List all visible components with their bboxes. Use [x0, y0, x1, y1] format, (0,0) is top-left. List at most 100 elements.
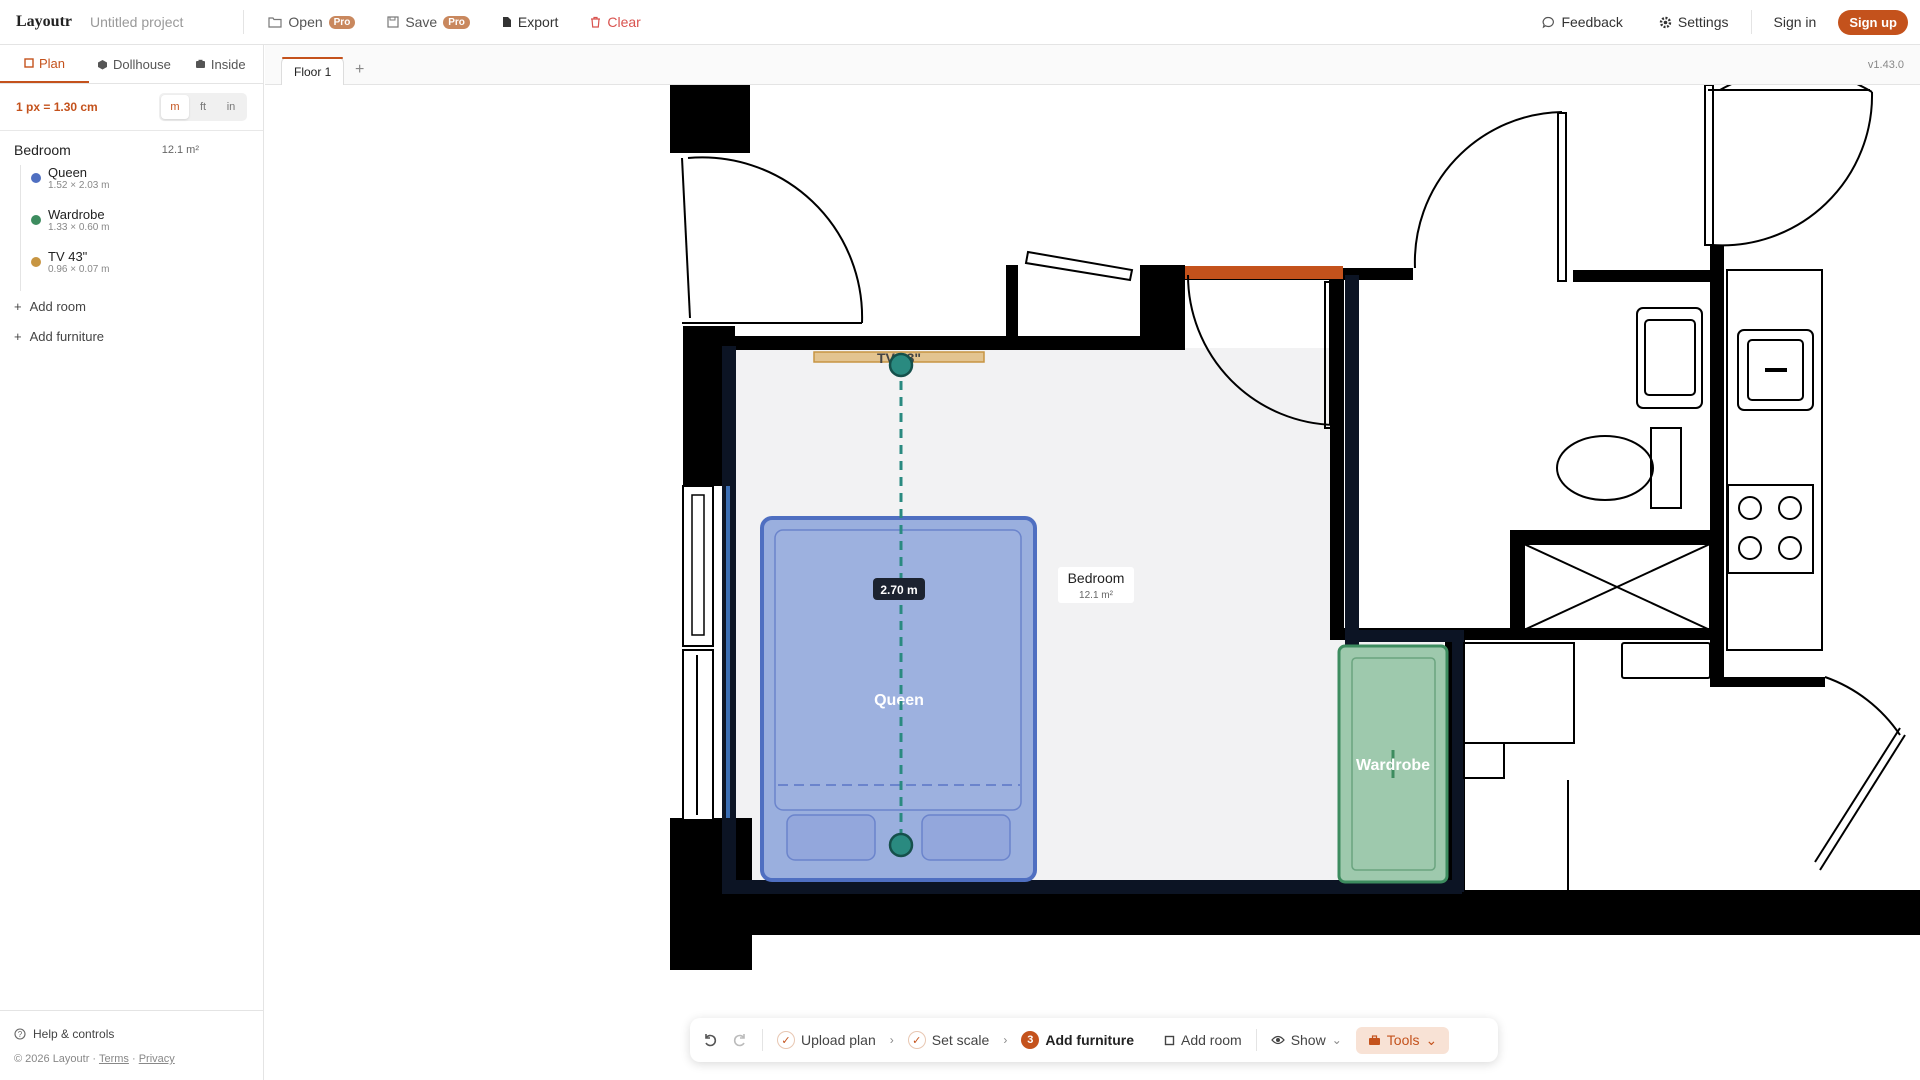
check-icon: ✓	[907, 1031, 926, 1049]
tab-plan[interactable]: Plan	[0, 45, 90, 83]
item-name: Queen	[48, 165, 88, 180]
add-floor-button[interactable]: +	[355, 61, 364, 79]
color-dot	[31, 215, 41, 225]
tab-inside[interactable]: Inside	[183, 45, 258, 83]
project-name[interactable]: Untitled project	[90, 14, 183, 30]
unit-switcher: m ft in	[159, 93, 247, 121]
add-furniture-label: Add furniture	[29, 328, 105, 344]
export-button[interactable]: Export	[502, 14, 558, 30]
sign-in-button[interactable]: Sign in	[1774, 14, 1817, 30]
unit-feet[interactable]: ft	[189, 95, 217, 119]
chevron-right-icon: ›	[1003, 1033, 1008, 1047]
gear-icon	[1659, 16, 1672, 28]
tab-floor-1[interactable]: Floor 1	[281, 57, 345, 85]
measure-handle-bottom[interactable]	[888, 832, 914, 858]
version-label: v1.43.0	[1867, 59, 1904, 71]
bottom-toolbar: ✓ Upload plan › ✓ Set scale › 3 Add furn…	[690, 1018, 1498, 1062]
svg-text:?: ?	[18, 1030, 23, 1039]
check-icon: ✓	[777, 1031, 795, 1049]
clear-label: Clear	[607, 14, 641, 30]
step-upload-plan[interactable]: ✓ Upload plan	[777, 1031, 876, 1049]
item-dims: 1.52 × 2.03 m	[48, 180, 110, 191]
sidebar-footer: ? Help & controls © 2026 Layoutr · Terms…	[0, 1010, 263, 1080]
room-area: 12.1 m²	[161, 144, 199, 156]
top-bar: Layoutr Untitled project Open Pro Save P…	[0, 0, 1920, 45]
clear-button[interactable]: Clear	[590, 14, 641, 30]
show-label: Show	[1290, 1032, 1326, 1048]
step-add-furniture[interactable]: 3 Add furniture	[1021, 1031, 1134, 1049]
add-furniture-button[interactable]: + Add furniture	[0, 321, 263, 351]
color-dot	[31, 257, 41, 267]
room-label-area: 12.1 m²	[1079, 590, 1114, 601]
cube-icon	[98, 59, 108, 69]
floor-plan: TV 43" Queen 2.70 m Wardrobe Bedroom 12.…	[670, 85, 1920, 970]
add-room-tool[interactable]: Add room	[1164, 1032, 1242, 1048]
save-icon	[387, 16, 399, 28]
tools-label: Tools	[1386, 1032, 1420, 1048]
tab-label: Dollhouse	[113, 56, 171, 72]
feedback-button[interactable]: Feedback	[1542, 14, 1623, 30]
save-label: Save	[405, 14, 438, 30]
undo-icon[interactable]	[702, 1032, 718, 1048]
add-room-label: Add room	[29, 298, 86, 314]
floor-plan-canvas[interactable]: TV 43" Queen 2.70 m Wardrobe Bedroom 12.…	[265, 85, 1920, 1080]
unit-meters[interactable]: m	[161, 95, 189, 119]
view-tabs: Plan Dollhouse Inside	[0, 45, 263, 84]
open-button[interactable]: Open Pro	[268, 14, 356, 30]
pro-badge: Pro	[443, 15, 470, 29]
trash-icon	[591, 16, 601, 28]
sign-up-button[interactable]: Sign up	[1838, 9, 1908, 35]
item-name: TV 43"	[48, 249, 88, 264]
door-marker	[1185, 266, 1343, 279]
room-label: Bedroom	[1068, 570, 1125, 586]
divider	[1255, 1029, 1257, 1051]
chevron-down-icon: ⌄	[1425, 1031, 1438, 1048]
room-header[interactable]: Bedroom 12.1 m²	[0, 139, 263, 161]
window	[682, 485, 714, 647]
settings-label: Settings	[1677, 14, 1729, 30]
bed-label: Queen	[874, 692, 924, 709]
app-logo[interactable]: Layoutr	[16, 13, 72, 31]
tab-label: Inside	[210, 56, 246, 72]
step-label: Set scale	[931, 1032, 990, 1048]
measure-value: 2.70 m	[880, 583, 917, 597]
chevron-right-icon: ›	[889, 1033, 894, 1047]
wardrobe-label: Wardrobe	[1356, 757, 1430, 774]
copyright-text: © 2026 Layoutr ·	[14, 1053, 97, 1065]
divider	[243, 10, 245, 34]
unit-inches[interactable]: in	[217, 95, 245, 119]
color-dot	[31, 173, 41, 183]
room-name: Bedroom	[14, 142, 71, 158]
tools-menu[interactable]: Tools ⌄	[1355, 1026, 1450, 1054]
list-item-queen[interactable]: Queen 1.52 × 2.03 m	[31, 165, 263, 207]
add-room-button[interactable]: + Add room	[0, 291, 263, 321]
step-set-scale[interactable]: ✓ Set scale	[907, 1031, 990, 1049]
feedback-label: Feedback	[1561, 14, 1623, 30]
help-link[interactable]: ? Help & controls	[0, 1011, 263, 1041]
step-label: Upload plan	[801, 1032, 876, 1048]
item-dims: 0.96 × 0.07 m	[48, 264, 110, 275]
sidebar: Plan Dollhouse Inside 1 px = 1.30 cm m f…	[0, 45, 264, 1080]
floor-tabs-bar: Floor 1 + v1.43.0	[265, 45, 1920, 85]
measure-handle-top[interactable]	[888, 352, 914, 378]
tab-dollhouse[interactable]: Dollhouse	[89, 45, 183, 83]
copyright: © 2026 Layoutr · Terms · Privacy	[14, 1053, 175, 1065]
save-button[interactable]: Save Pro	[387, 14, 470, 30]
toolbox-icon	[1368, 1034, 1380, 1045]
document-icon	[502, 17, 511, 27]
camera-icon	[195, 59, 205, 68]
divider	[1750, 10, 1752, 34]
list-item-tv[interactable]: TV 43" 0.96 × 0.07 m	[31, 249, 263, 291]
tool-label: Add room	[1180, 1032, 1242, 1048]
item-dims: 1.33 × 0.60 m	[48, 222, 110, 233]
privacy-link[interactable]: Privacy	[139, 1053, 175, 1065]
settings-button[interactable]: Settings	[1659, 14, 1729, 30]
terms-link[interactable]: Terms	[99, 1053, 129, 1065]
list-item-wardrobe[interactable]: Wardrobe 1.33 × 0.60 m	[31, 207, 263, 249]
plus-icon: +	[14, 328, 22, 344]
show-menu[interactable]: Show ⌄	[1270, 1032, 1342, 1048]
open-label: Open	[288, 14, 323, 30]
redo-icon[interactable]	[732, 1032, 748, 1048]
chevron-down-icon: ⌄	[1331, 1033, 1342, 1047]
scale-label[interactable]: 1 px = 1.30 cm	[16, 100, 98, 114]
